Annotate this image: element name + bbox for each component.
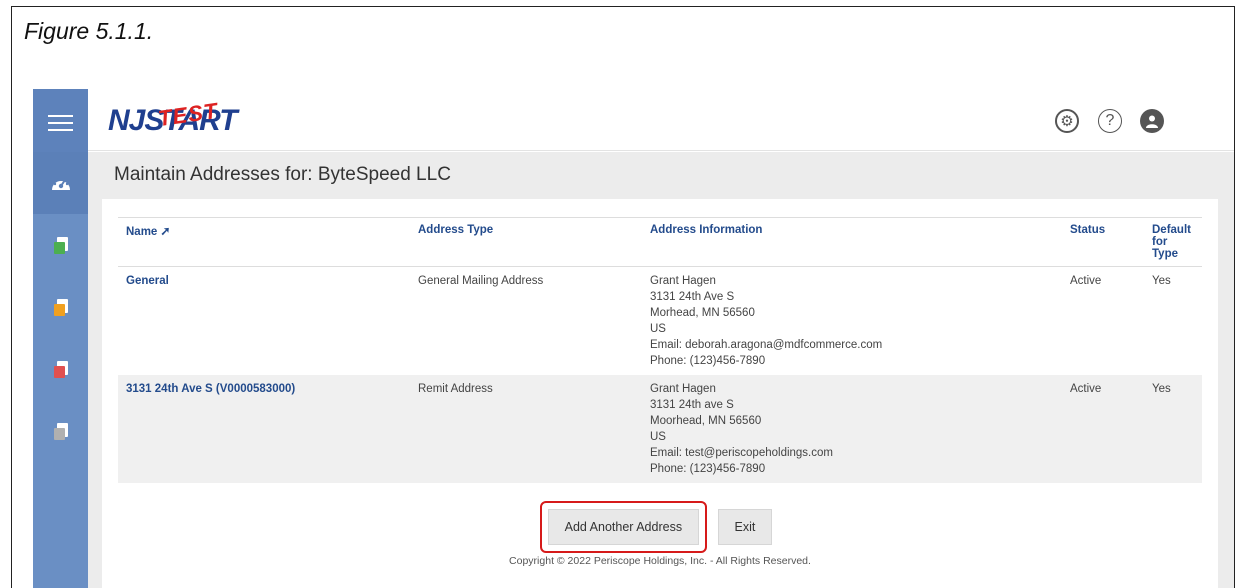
column-header-status[interactable]: Status (1062, 217, 1144, 267)
sidebar (33, 89, 88, 588)
table-header-row: Name ➚ Address Type Address Information S… (118, 217, 1202, 267)
top-header: NJSTART TEST ⚙ ? (88, 89, 1234, 151)
add-another-address-button[interactable]: Add Another Address (539, 501, 708, 553)
action-buttons: Add Another Address Exit (102, 501, 1218, 553)
menu-toggle[interactable] (33, 89, 88, 152)
column-header-address-type[interactable]: Address Type (410, 217, 642, 267)
hamburger-icon (48, 115, 73, 131)
sidebar-item-red-doc[interactable] (33, 338, 88, 400)
address-type: General Mailing Address (418, 275, 544, 287)
table-row: 3131 24th Ave S (V0000583000) Remit Addr… (118, 375, 1202, 483)
address-info: Grant Hagen 3131 24th Ave S Morhead, MN … (650, 275, 883, 367)
addresses-card: Name ➚ Address Type Address Information S… (102, 199, 1218, 588)
sort-arrow-icon[interactable]: ➚ (160, 224, 170, 238)
addresses-table: Name ➚ Address Type Address Information S… (118, 217, 1202, 483)
help-icon[interactable]: ? (1098, 109, 1122, 133)
njstart-logo[interactable]: NJSTART TEST (108, 98, 238, 138)
column-header-default[interactable]: Default for Type (1144, 217, 1202, 267)
user-icon[interactable] (1140, 109, 1164, 133)
gear-icon[interactable]: ⚙ (1055, 109, 1079, 133)
address-status: Active (1070, 275, 1102, 287)
main-content: Maintain Addresses for: ByteSpeed LLC Na… (88, 152, 1234, 588)
address-info: Grant Hagen 3131 24th ave S Moorhead, MN… (642, 375, 1062, 483)
dashboard-icon (51, 178, 70, 190)
copyright-footer: Copyright © 2022 Periscope Holdings, Inc… (509, 555, 811, 567)
address-default: Yes (1152, 275, 1171, 287)
page-title: Maintain Addresses for: ByteSpeed LLC (114, 164, 451, 185)
document-red-icon (53, 360, 68, 378)
table-row: General General Mailing Address Grant Ha… (118, 267, 1202, 376)
sidebar-item-gray-doc[interactable] (33, 400, 88, 462)
document-green-icon (53, 236, 68, 254)
sidebar-item-green-doc[interactable] (33, 214, 88, 276)
highlight-box (539, 501, 708, 553)
column-header-name[interactable]: Name ➚ (118, 217, 410, 267)
exit-button[interactable]: Exit (717, 509, 773, 545)
sidebar-item-orange-doc[interactable] (33, 276, 88, 338)
sidebar-item-dashboard[interactable] (33, 152, 88, 214)
address-name-link[interactable]: 3131 24th Ave S (V0000583000) (118, 375, 410, 483)
column-header-address-info[interactable]: Address Information (642, 217, 1062, 267)
address-status: Active (1062, 375, 1144, 483)
address-default: Yes (1144, 375, 1202, 483)
document-gray-icon (53, 422, 68, 440)
figure-caption: Figure 5.1.1. (24, 18, 154, 44)
address-name-link[interactable]: General (118, 267, 410, 376)
address-type: Remit Address (410, 375, 642, 483)
document-orange-icon (53, 298, 68, 316)
